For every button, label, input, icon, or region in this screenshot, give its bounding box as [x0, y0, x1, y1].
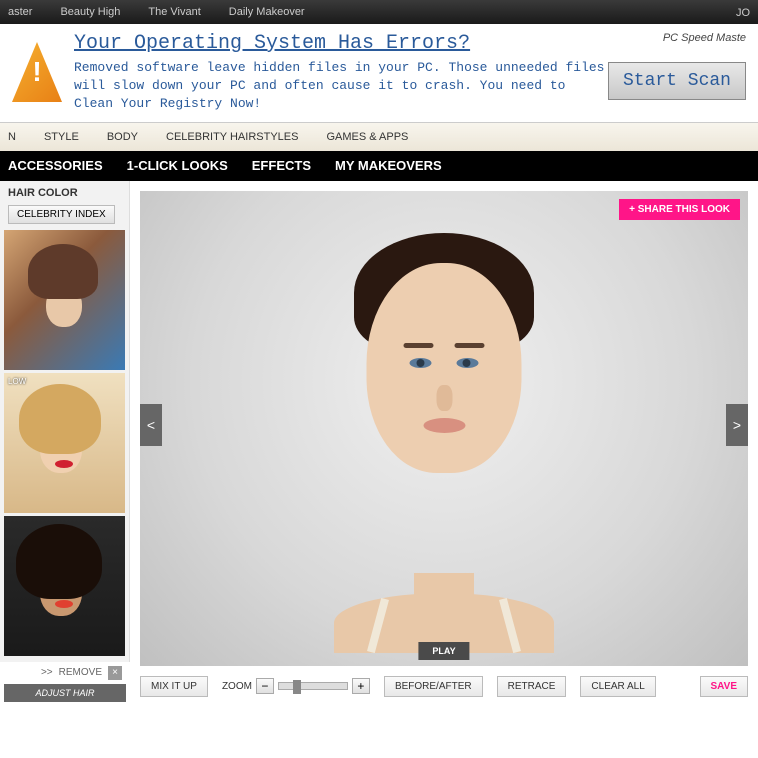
- hairstyle-thumb[interactable]: [4, 230, 125, 370]
- zoom-control: ZOOM − +: [222, 678, 370, 694]
- primary-nav: N STYLE BODY CELEBRITY HAIRSTYLES GAMES …: [0, 123, 758, 151]
- hairstyle-thumb[interactable]: LOW: [4, 373, 125, 513]
- top-network-bar: aster Beauty High The Vivant Daily Makeo…: [0, 0, 758, 24]
- zoom-label: ZOOM: [222, 681, 252, 692]
- zoom-out-button[interactable]: −: [256, 678, 274, 694]
- save-button[interactable]: SAVE: [700, 676, 749, 697]
- close-icon[interactable]: ×: [108, 666, 122, 680]
- topbar-link[interactable]: Daily Makeover: [229, 6, 305, 18]
- mix-it-up-button[interactable]: MIX IT UP: [140, 676, 208, 697]
- sidebar-column: HAIR COLOR CELEBRITY INDEX LOW >> REMOVE…: [0, 181, 130, 707]
- ad-banner: ! Your Operating System Has Errors? Remo…: [0, 24, 758, 123]
- ad-content: Your Operating System Has Errors? Remove…: [74, 32, 608, 114]
- share-look-button[interactable]: + SHARE THIS LOOK: [619, 199, 740, 220]
- zoom-thumb[interactable]: [293, 680, 301, 694]
- zoom-in-button[interactable]: +: [352, 678, 370, 694]
- remove-label: REMOVE: [59, 667, 102, 678]
- zoom-slider[interactable]: [278, 682, 348, 690]
- nav-item[interactable]: MY MAKEOVERS: [335, 158, 442, 173]
- topbar-link[interactable]: aster: [8, 6, 32, 18]
- celebrity-index-button[interactable]: CELEBRITY INDEX: [8, 205, 115, 224]
- nav-item[interactable]: GAMES & APPS: [326, 131, 408, 143]
- main-area: HAIR COLOR CELEBRITY INDEX LOW >> REMOVE…: [0, 181, 758, 707]
- ad-right: PC Speed Maste Start Scan: [608, 32, 746, 100]
- remove-row: >> REMOVE ×: [4, 666, 126, 680]
- adjust-hair-button[interactable]: ADJUST HAIR: [4, 684, 126, 702]
- nav-item[interactable]: EFFECTS: [252, 158, 311, 173]
- nav-item[interactable]: BODY: [107, 131, 138, 143]
- clear-all-button[interactable]: CLEAR ALL: [580, 676, 655, 697]
- warning-icon: !: [12, 42, 62, 102]
- hairstyle-thumb[interactable]: [4, 516, 125, 656]
- secondary-nav: ACCESSORIES 1-CLICK LOOKS EFFECTS MY MAK…: [0, 151, 758, 181]
- thumb-label: LOW: [8, 377, 26, 386]
- canvas-toolbar: MIX IT UP ZOOM − + BEFORE/AFTER RETRACE …: [140, 666, 748, 697]
- canvas-area: + SHARE THIS LOOK < > PLAY: [130, 181, 758, 707]
- thumbnail-list: LOW: [4, 230, 125, 656]
- before-after-button[interactable]: BEFORE/AFTER: [384, 676, 483, 697]
- play-button[interactable]: PLAY: [418, 642, 469, 660]
- topbar-right: JO: [736, 5, 750, 19]
- nav-item[interactable]: 1-CLICK LOOKS: [127, 158, 228, 173]
- sidebar: HAIR COLOR CELEBRITY INDEX LOW: [0, 181, 130, 662]
- nav-item[interactable]: N: [8, 131, 16, 143]
- ad-brand: PC Speed Maste: [663, 32, 746, 44]
- prev-arrow-button[interactable]: <: [140, 404, 162, 446]
- start-scan-button[interactable]: Start Scan: [608, 62, 746, 100]
- sidebar-title: HAIR COLOR: [4, 187, 125, 199]
- sidebar-bottom: >> REMOVE × ADJUST HAIR: [0, 662, 130, 706]
- topbar-links: aster Beauty High The Vivant Daily Makeo…: [8, 6, 305, 18]
- nav-item[interactable]: CELEBRITY HAIRSTYLES: [166, 131, 298, 143]
- nav-item[interactable]: STYLE: [44, 131, 79, 143]
- arrows-label: >>: [41, 667, 53, 678]
- model-face-image: [304, 203, 584, 653]
- nav-item[interactable]: ACCESSORIES: [8, 158, 103, 173]
- topbar-link[interactable]: The Vivant: [148, 6, 200, 18]
- topbar-link[interactable]: Beauty High: [60, 6, 120, 18]
- topbar-join[interactable]: JO: [736, 7, 750, 19]
- retrace-button[interactable]: RETRACE: [497, 676, 567, 697]
- makeover-canvas: + SHARE THIS LOOK < > PLAY: [140, 191, 748, 666]
- ad-body: Removed software leave hidden files in y…: [74, 59, 608, 114]
- ad-title[interactable]: Your Operating System Has Errors?: [74, 32, 608, 55]
- next-arrow-button[interactable]: >: [726, 404, 748, 446]
